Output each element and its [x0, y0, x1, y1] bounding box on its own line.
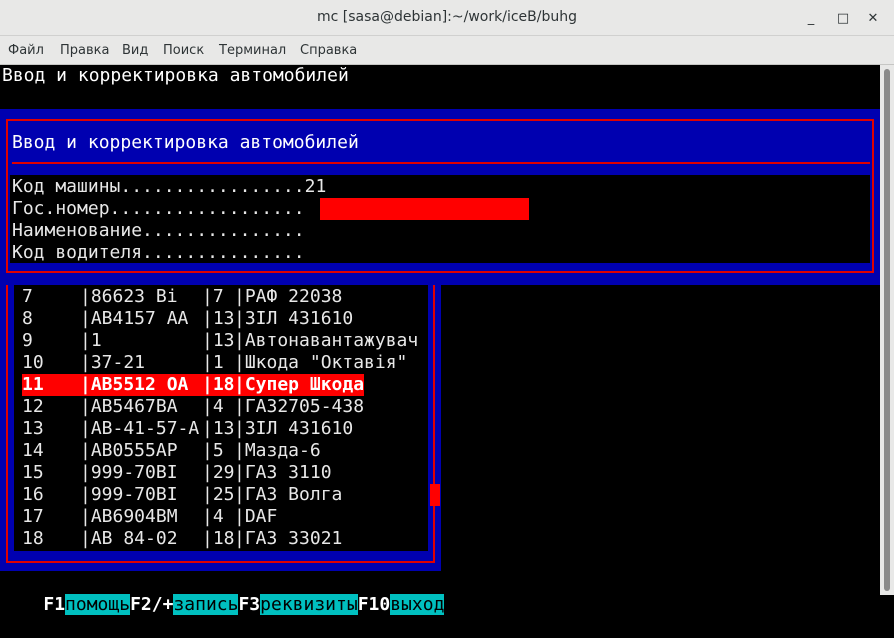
row-code: 8 — [22, 308, 33, 329]
list-row[interactable]: 17 |AB6904BM |4 |DAF — [22, 506, 414, 528]
list-row[interactable]: 8 |AB4157 AA |13|ЗІЛ 431610 — [22, 308, 414, 330]
row-model: |DAF — [234, 506, 278, 527]
row-code: 16 — [22, 484, 44, 505]
row-model: |РАФ 22038 — [234, 286, 343, 307]
row-model: |ГА32705-438 — [234, 396, 365, 417]
screen-title: Ввод и корректировка автомобилей — [2, 65, 349, 86]
window-title: mc [sasa@debian]:~/work/iceB/buhg — [317, 9, 577, 25]
row-driver: |13 — [202, 330, 235, 351]
list-row[interactable]: 15 |999-70BI |29|ГАЗ 3110 — [22, 462, 414, 484]
row-code: 15 — [22, 462, 44, 483]
row-code: 17 — [22, 506, 44, 527]
row-plate: |999-70BI — [80, 462, 178, 483]
scrollbar-thumb[interactable] — [884, 69, 890, 591]
field-name[interactable]: Наименование............... — [12, 220, 305, 242]
field-label: Код водителя............... — [12, 242, 305, 263]
minimize-button[interactable]: _ — [801, 8, 821, 28]
list-row[interactable]: 16 |999-70BI |25|ГАЗ Волга — [22, 484, 414, 506]
row-driver: |4 — [202, 506, 235, 527]
f10-key[interactable]: F10 — [358, 594, 391, 615]
row-plate: |1 — [80, 330, 102, 351]
list-scroll-indicator[interactable] — [430, 484, 440, 506]
menu-file[interactable]: Файл — [8, 43, 44, 58]
f3-key[interactable]: F3 — [238, 594, 260, 615]
menu-bar: Файл Правка Вид Поиск Терминал Справка — [0, 36, 894, 65]
row-model: |ГАЗ 3110 — [234, 462, 332, 483]
list-row[interactable]: 9 |1 |13|Автонавантажувач — [22, 330, 419, 352]
row-driver: |18 — [202, 528, 235, 549]
row-plate: |37-21 — [80, 352, 146, 373]
row-driver: |25 — [202, 484, 235, 505]
row-driver: |18 — [202, 374, 235, 395]
row-plate: |AB6904BM — [80, 506, 178, 527]
field-label: Гос.номер.................. — [12, 198, 305, 219]
row-model: |ЗІЛ 431610 — [234, 308, 354, 329]
row-code: 7 — [22, 286, 33, 307]
row-model: |Автонавантажувач — [234, 330, 419, 351]
row-driver: |4 — [202, 396, 235, 417]
row-plate: |AB0555AP — [80, 440, 178, 461]
row-driver: |7 — [202, 286, 235, 307]
list-row[interactable]: 7 |86623 Bi |7 |РАФ 22038 — [22, 286, 414, 308]
row-model: |Супер Шкода — [234, 374, 365, 395]
row-code: 18 — [22, 528, 44, 549]
field-value[interactable]: 21 — [305, 176, 327, 197]
field-label: Наименование............... — [12, 220, 305, 241]
terminal-scrollbar[interactable] — [880, 65, 894, 595]
row-model: |ЗІЛ 431610 — [234, 418, 354, 439]
field-label: Код машины................. — [12, 176, 305, 197]
row-plate: |AB5512 OA — [80, 374, 189, 395]
row-model: |Мазда-6 — [234, 440, 321, 461]
list-row[interactable]: 13 |AB-41-57-A |13|ЗІЛ 431610 — [22, 418, 414, 440]
menu-edit[interactable]: Правка — [60, 43, 109, 58]
row-code: 14 — [22, 440, 44, 461]
maximize-button[interactable]: □ — [833, 8, 853, 28]
menu-terminal[interactable]: Терминал — [219, 43, 286, 58]
row-model: |Шкода "Октавія" — [234, 352, 408, 373]
window-titlebar: mc [sasa@debian]:~/work/iceB/buhg _ □ ✕ — [0, 0, 894, 36]
list-row[interactable]: 14 |AB0555AP |5 |Мазда-6 — [22, 440, 414, 462]
row-plate: |AB-41-57-A — [80, 418, 200, 439]
row-driver: |13 — [202, 308, 235, 329]
row-plate: |AB5467BA — [80, 396, 178, 417]
row-plate: |999-70BI — [80, 484, 178, 505]
field-car-code[interactable]: Код машины.................21 — [12, 176, 326, 198]
list-row[interactable]: 10 |37-21 |1 |Шкода "Октавія" — [22, 352, 414, 374]
close-button[interactable]: ✕ — [863, 8, 883, 28]
row-plate: |86623 Bi — [80, 286, 189, 307]
row-plate: |AB 84-02 — [80, 528, 178, 549]
row-code: 11 — [22, 374, 44, 395]
f1-key[interactable]: F1 — [43, 594, 65, 615]
row-driver: |29 — [202, 462, 235, 483]
terminal-area[interactable]: Ввод и корректировка автомобилей 7 |86623… — [0, 65, 880, 615]
menu-search[interactable]: Поиск — [163, 43, 204, 58]
row-plate: |AB4157 AA — [80, 308, 189, 329]
f2-key[interactable]: F2/+ — [130, 594, 173, 615]
row-model: |ГАЗ Волга — [234, 484, 343, 505]
f3-label[interactable]: реквизиты — [260, 594, 358, 615]
row-driver: |1 — [202, 352, 235, 373]
list-row[interactable]: 12 |AB5467BA |4 |ГА32705-438 — [22, 396, 414, 418]
f10-label[interactable]: выход — [390, 594, 445, 615]
row-code: 12 — [22, 396, 44, 417]
dialog-separator — [12, 162, 870, 164]
function-key-bar: F1помощьF2/+записьF3реквизитыF10выход — [0, 572, 445, 615]
dialog-title: Ввод и корректировка автомобилей — [12, 132, 359, 153]
f2-label[interactable]: запись — [173, 594, 239, 615]
row-model: |ГАЗ 33021 — [234, 528, 343, 549]
menu-view[interactable]: Вид — [122, 43, 148, 58]
row-driver: |13 — [202, 418, 235, 439]
list-row[interactable]: 18 |AB 84-02 |18|ГАЗ 33021 — [22, 528, 414, 550]
row-code: 10 — [22, 352, 44, 373]
row-code: 13 — [22, 418, 44, 439]
f1-label[interactable]: помощь — [65, 594, 131, 615]
field-plate[interactable]: Гос.номер.................. — [12, 198, 305, 220]
menu-help[interactable]: Справка — [300, 43, 357, 58]
field-driver-code[interactable]: Код водителя............... — [12, 242, 305, 264]
row-driver: |5 — [202, 440, 235, 461]
row-code: 9 — [22, 330, 33, 351]
list-row[interactable]: 11 |AB5512 OA |18|Супер Шкода — [22, 374, 364, 396]
plate-input[interactable] — [320, 198, 529, 220]
